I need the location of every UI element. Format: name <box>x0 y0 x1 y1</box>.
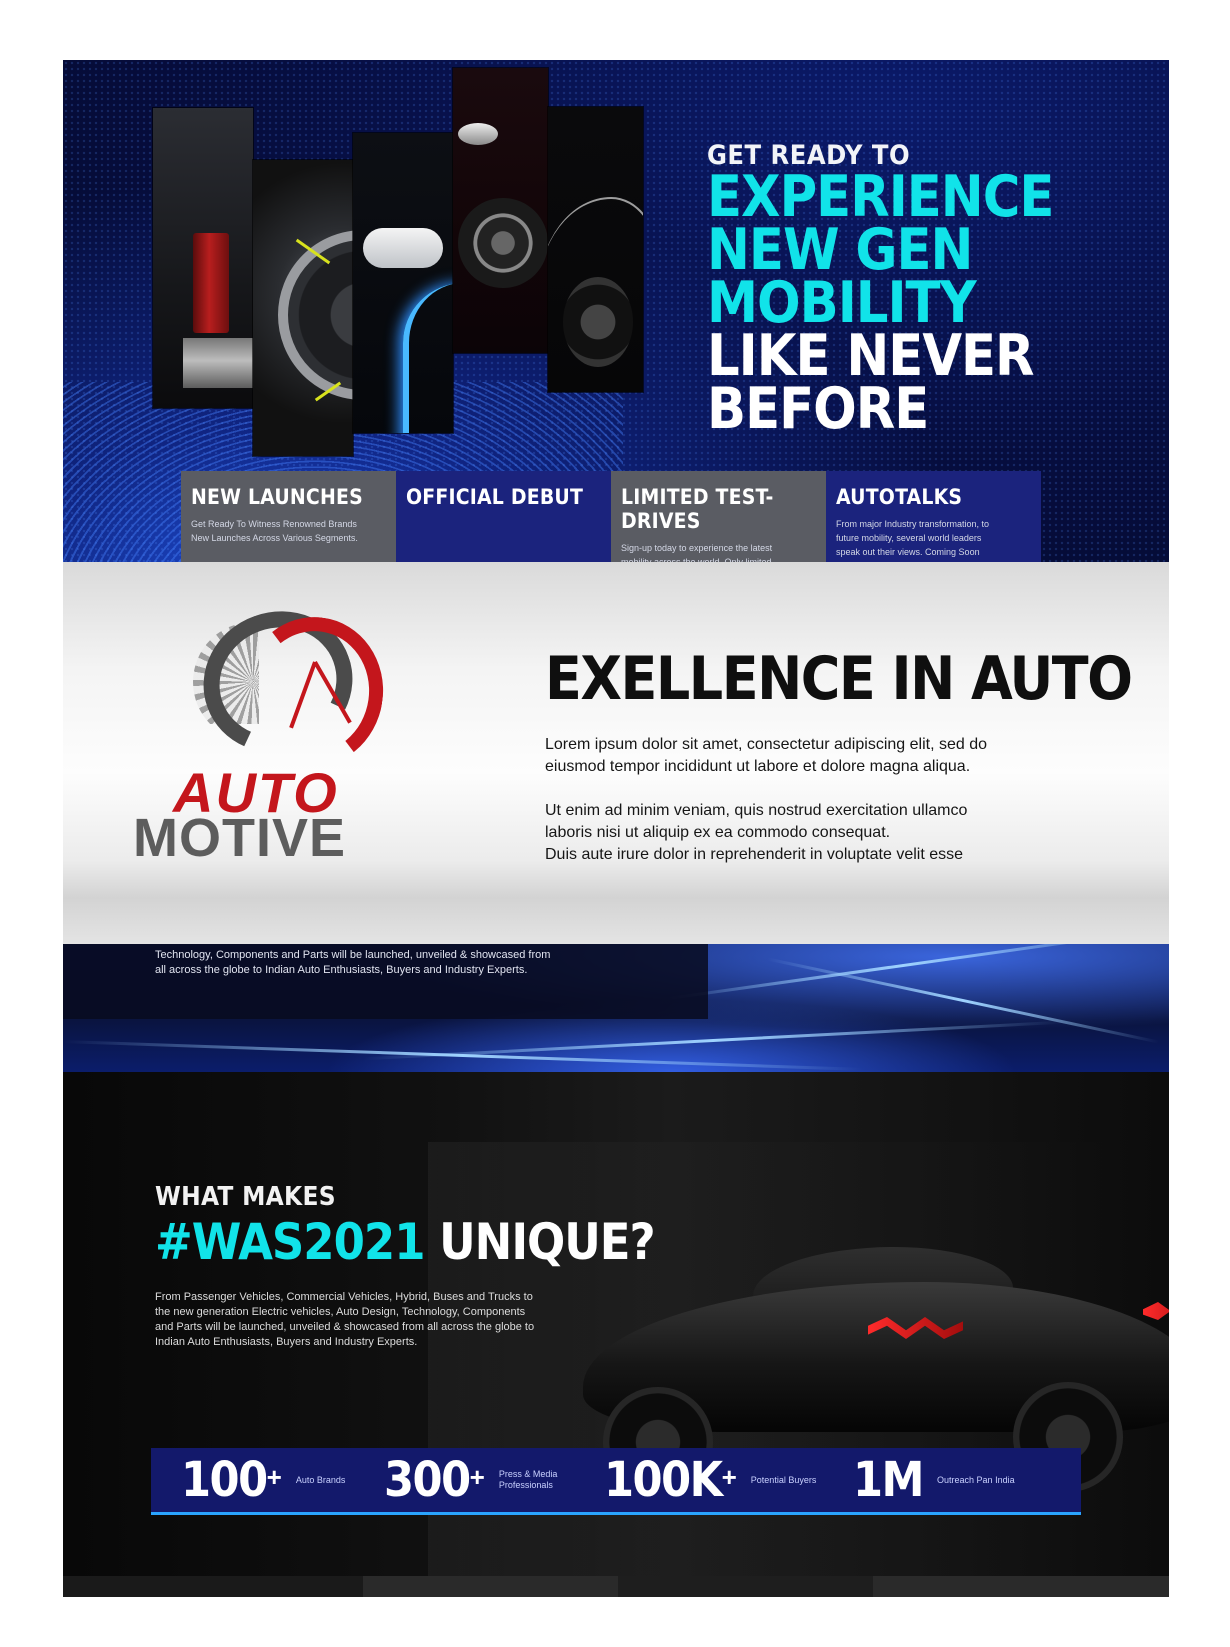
stat-number: 1M <box>853 1452 925 1508</box>
panel-motorcycle <box>453 68 548 353</box>
feature-desc: Sign-up today to experience the latest m… <box>621 543 773 562</box>
stat-press-media: 300 + Press & Media Professionals <box>384 1448 557 1512</box>
panel-car-wheel <box>253 160 353 456</box>
excellence-paragraph-2: Ut enim ad minim veniam, quis nostrud ex… <box>545 802 968 863</box>
panel-sports-car <box>548 107 643 392</box>
stat-auto-brands: 100 + Auto Brands <box>181 1448 345 1512</box>
panel-ev-charger <box>353 133 453 433</box>
stat-number: 300 <box>384 1452 471 1508</box>
excellence-paragraph-1: Lorem ipsum dolor sit amet, consectetur … <box>545 736 987 775</box>
unique-kicker: WHAT MAKES <box>155 1182 336 1212</box>
feature-official-debut[interactable]: OFFICIAL DEBUT <box>396 471 611 562</box>
hero-banner: GET READY TO EXPERIENCE NEW GEN MOBILITY… <box>63 60 1169 562</box>
light-streak <box>767 957 1159 1044</box>
automotive-logo: AUTO MOTIVE <box>133 590 423 865</box>
unique-hashtag: #WAS2021 <box>155 1213 425 1271</box>
stats-bar: 100 + Auto Brands 300 + Press & Media Pr… <box>151 1448 1081 1515</box>
hero-headline: GET READY TO EXPERIENCE NEW GEN MOBILITY… <box>707 140 1169 442</box>
bottom-tab <box>363 1576 618 1597</box>
unique-body: From Passenger Vehicles, Commercial Vehi… <box>155 1291 535 1348</box>
stat-outreach: 1M Outreach Pan India <box>853 1448 1015 1512</box>
stat-plus: + <box>469 1461 485 1492</box>
stat-number: 100K <box>604 1452 723 1508</box>
feature-desc: Get Ready To Witness Renowned Brands New… <box>191 519 358 543</box>
light-streak <box>665 944 1141 1001</box>
bottom-tab <box>63 1576 363 1597</box>
hero-line-3: LIKE NEVER BEFORE <box>707 323 1035 442</box>
taillight <box>1143 1302 1169 1320</box>
bottom-tab <box>873 1576 1169 1597</box>
stat-number: 100 <box>181 1452 268 1508</box>
feature-new-launches[interactable]: NEW LAUNCHES Get Ready To Witness Renown… <box>181 471 396 562</box>
excellence-section: AUTO MOTIVE EXELLENCE IN AUTO Lorem ipsu… <box>63 562 1169 944</box>
feature-test-drives[interactable]: LIMITED TEST-DRIVES Sign-up today to exp… <box>611 471 826 562</box>
unique-title: #WAS2021 UNIQUE? <box>155 1212 656 1272</box>
stat-label: Outreach Pan India <box>937 1474 1015 1485</box>
bottom-tab-strip <box>63 1576 1169 1597</box>
stat-label: Auto Brands <box>295 1474 346 1485</box>
stat-potential-buyers: 100K + Potential Buyers <box>604 1448 816 1512</box>
unique-title-rest: UNIQUE? <box>424 1213 656 1271</box>
city-lights-strip: Technology, Components and Parts will be… <box>63 944 1169 1072</box>
feature-autotalks[interactable]: AUTOTALKS From major Industry transforma… <box>826 471 1041 562</box>
sports-car-image <box>583 1222 1169 1497</box>
panel-truck-tail <box>153 108 253 408</box>
unique-section: WHAT MAKES #WAS2021 UNIQUE? From Passeng… <box>63 1072 1169 1576</box>
excellence-title: EXELLENCE IN AUTO <box>545 644 1133 714</box>
stat-label: Potential Buyers <box>750 1474 817 1485</box>
feature-title: OFFICIAL DEBUT <box>406 485 584 509</box>
stat-label: Press & Media Professionals <box>498 1469 558 1490</box>
feature-desc: From major Industry transformation, to f… <box>836 519 990 557</box>
stat-plus: + <box>721 1461 737 1492</box>
city-text: Technology, Components and Parts will be… <box>155 949 551 976</box>
excellence-body: Lorem ipsum dolor sit amet, consectetur … <box>545 734 1105 888</box>
feature-title: AUTOTALKS <box>836 485 963 509</box>
logo-text-motive: MOTIVE <box>133 808 347 868</box>
stat-plus: + <box>266 1461 282 1492</box>
feature-title: LIMITED TEST-DRIVES <box>621 485 774 533</box>
hero-line-2: NEW GEN MOBILITY <box>707 217 977 336</box>
feature-title: NEW LAUNCHES <box>191 485 363 509</box>
light-streak <box>63 1040 863 1071</box>
bottom-tab <box>618 1576 873 1597</box>
